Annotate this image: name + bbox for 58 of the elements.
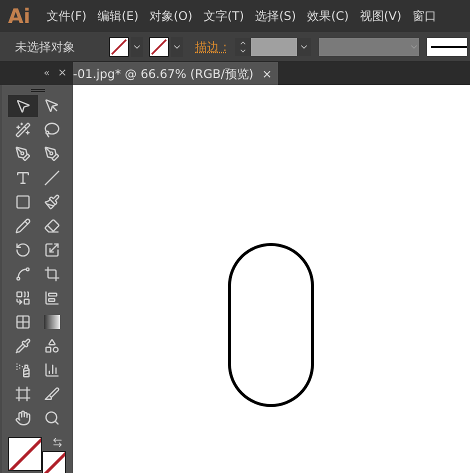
stroke-stepper[interactable] — [235, 38, 251, 56]
dropdown-button[interactable] — [131, 36, 143, 56]
pointer-icon — [14, 98, 31, 114]
selection-status: 未选择对象 — [15, 38, 76, 56]
pen-nib-icon — [14, 146, 31, 162]
close-button[interactable]: × — [58, 65, 67, 82]
swap-icon[interactable] — [52, 437, 63, 448]
scale-icon — [44, 242, 60, 258]
shapes-icon — [44, 338, 60, 354]
eyedropper-icon — [14, 338, 31, 354]
shapes-merge-icon — [14, 290, 31, 306]
panel-grip[interactable] — [30, 88, 44, 92]
wand-icon — [14, 122, 31, 138]
paintbrush-icon — [44, 194, 60, 210]
arrow-pointer-icon — [44, 98, 60, 114]
close-button[interactable]: × — [262, 64, 272, 82]
grid-icon — [14, 314, 31, 330]
column-chart-icon — [44, 362, 60, 378]
menu-item[interactable]: 效果(C) — [307, 7, 349, 25]
knife-icon — [44, 386, 60, 402]
menu-item[interactable]: 窗口 — [412, 7, 436, 25]
hand-icon — [14, 410, 31, 426]
stroke-color-swatch[interactable] — [42, 451, 66, 473]
menu-item[interactable]: 选择(S) — [255, 7, 296, 25]
pen-nib-icon — [44, 146, 60, 162]
menu-item[interactable]: 对象(O) — [150, 7, 192, 25]
menu-item[interactable]: 视图(V) — [360, 7, 402, 25]
rounded-rectangle-shape[interactable] — [228, 243, 314, 407]
stroke-swatch[interactable] — [149, 36, 169, 56]
stroke-label[interactable]: 描边 : — [195, 38, 235, 56]
line-style-field[interactable] — [427, 38, 467, 56]
bar-chart-icon — [44, 290, 60, 306]
menu-item[interactable]: 文件(F) — [46, 7, 87, 25]
search-icon — [44, 410, 60, 426]
document-tab[interactable]: -01.jpg* @ 66.67% (RGB/预览) × — [73, 62, 278, 85]
profile-dropdown[interactable] — [319, 38, 419, 56]
spray-can-icon — [14, 362, 31, 378]
menu-item[interactable]: 文字(T) — [203, 7, 244, 25]
spline-icon — [14, 266, 31, 282]
gradient-icon — [44, 315, 60, 329]
line-icon — [44, 170, 60, 186]
dropdown-button[interactable] — [171, 36, 183, 56]
text-icon — [14, 170, 31, 186]
menu-item[interactable]: 编辑(E) — [98, 7, 139, 25]
stroke-weight-field[interactable] — [251, 38, 297, 56]
frame-icon — [14, 386, 31, 402]
pencil-icon — [14, 218, 31, 234]
tool-button[interactable] — [8, 95, 38, 117]
app-logo: Ai — [8, 3, 30, 30]
rounded-square-icon — [14, 194, 31, 210]
collapse-button[interactable]: « — [44, 66, 50, 81]
dropdown-button[interactable] — [297, 38, 311, 56]
fill-color-swatch[interactable] — [8, 437, 42, 471]
lasso-icon — [44, 122, 60, 138]
crop-icon — [44, 266, 60, 282]
eraser-icon — [44, 218, 60, 234]
fill-swatch[interactable] — [109, 36, 129, 56]
rotate-icon — [14, 242, 31, 258]
